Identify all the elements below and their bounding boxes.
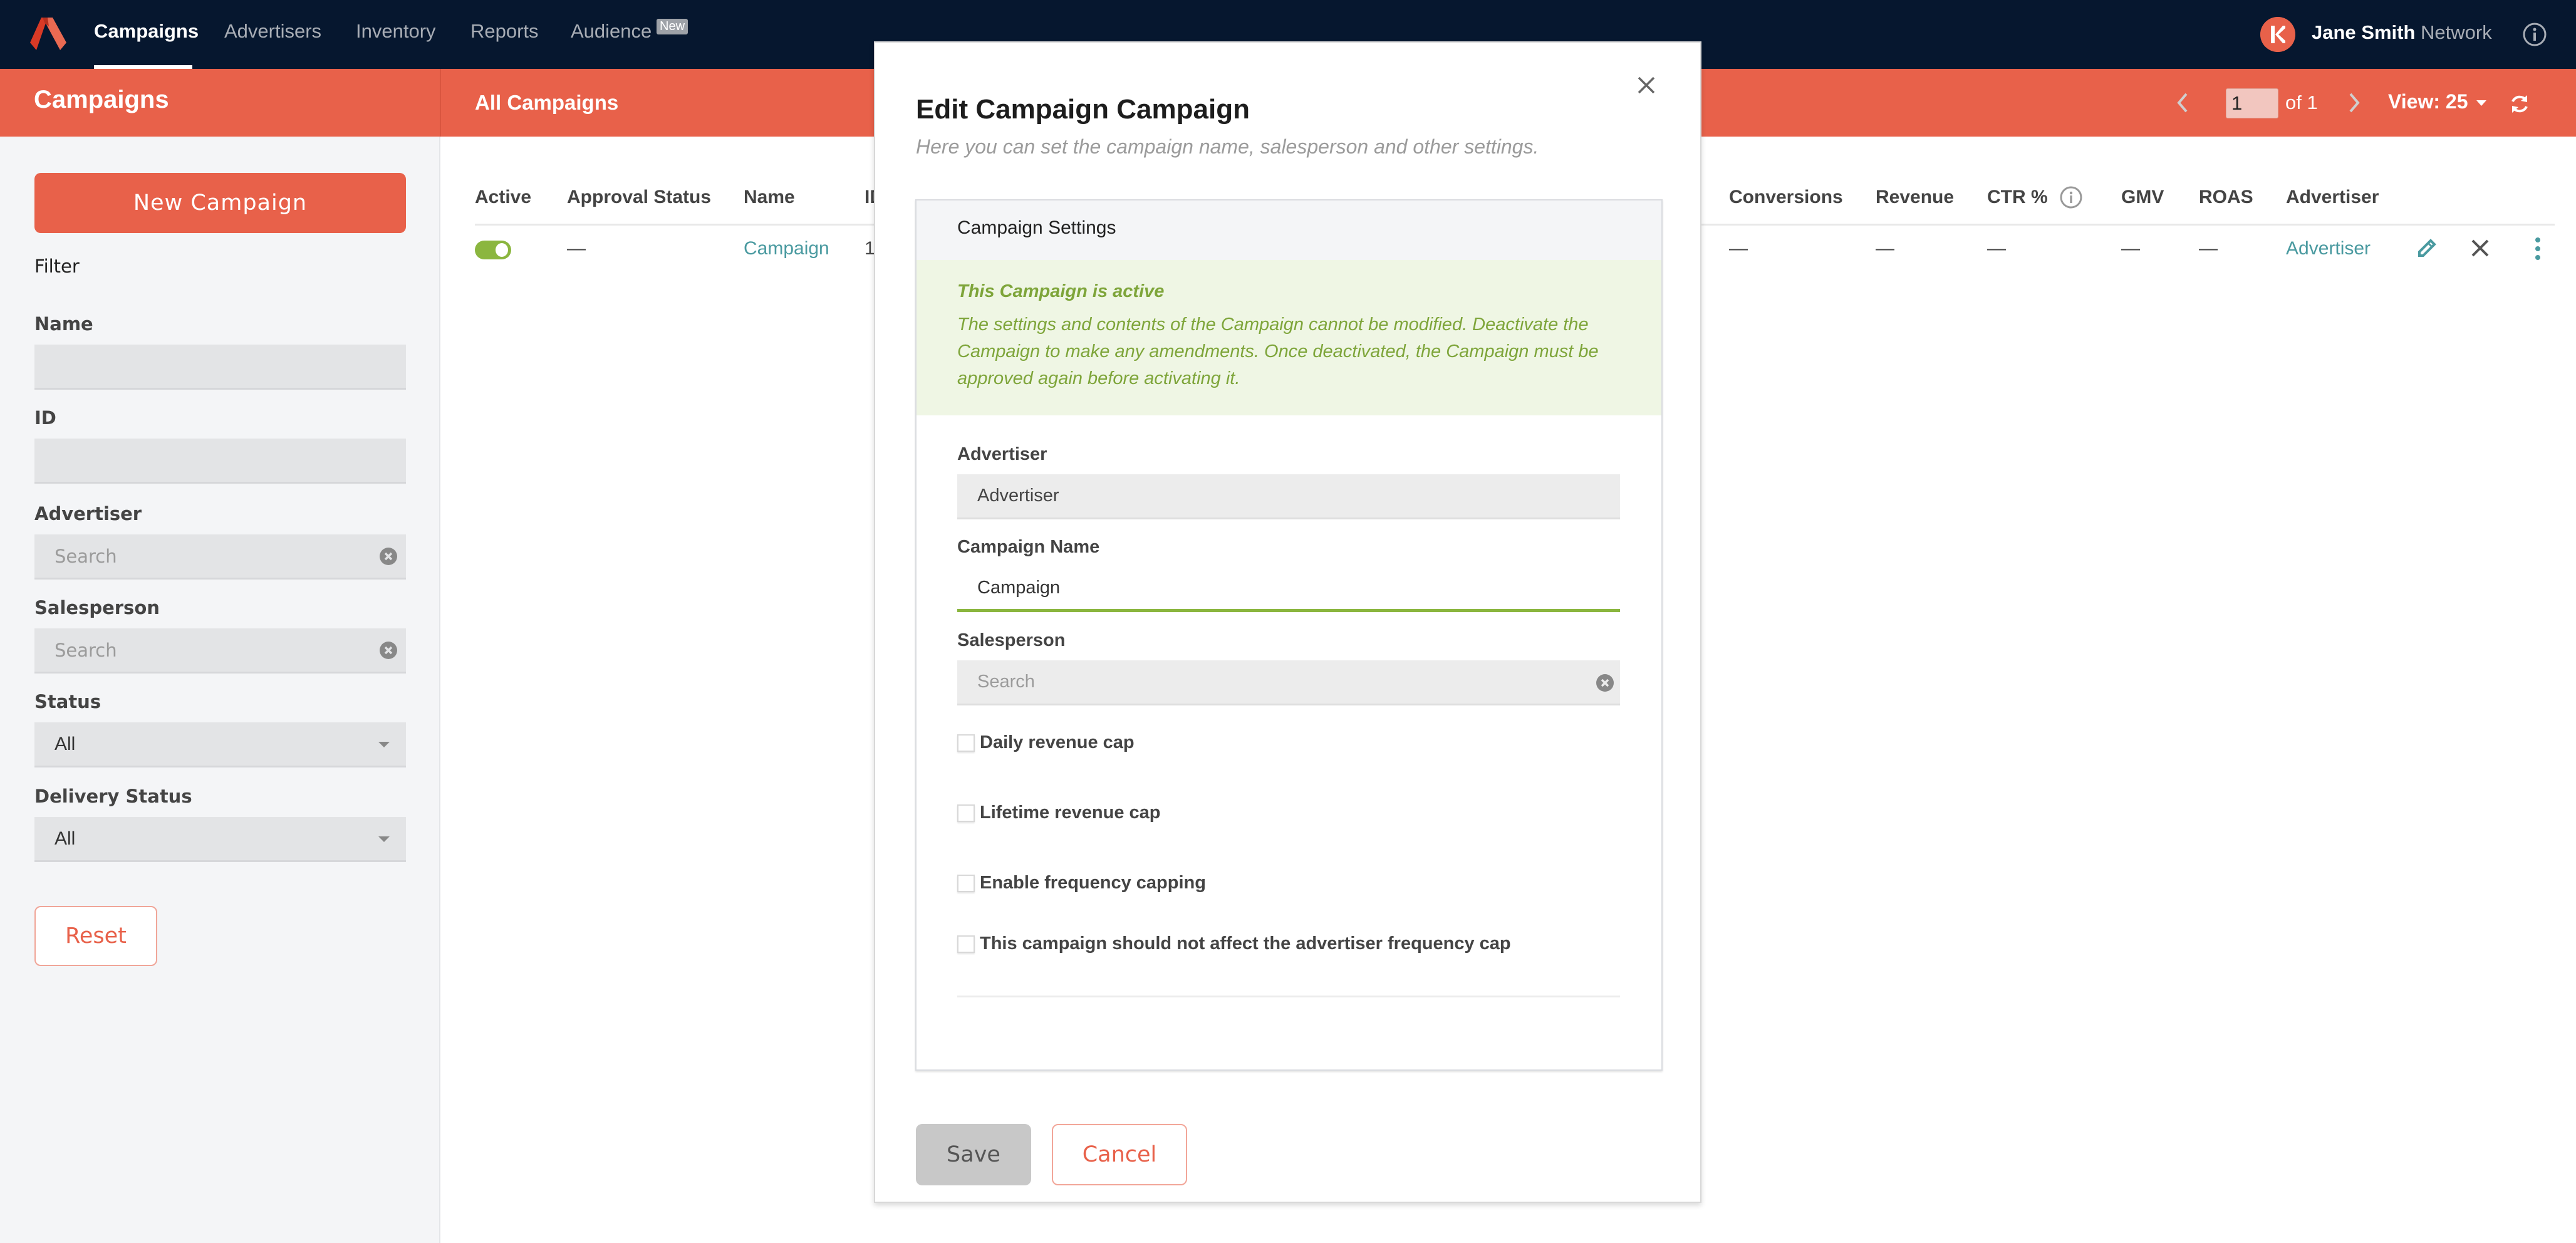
user-avatar[interactable] [2260, 17, 2295, 52]
cancel-button[interactable]: Cancel [1052, 1124, 1187, 1185]
status-filter-select[interactable]: All [34, 722, 406, 767]
advertiser-frequency-cap-label: This campaign should not affect the adve… [980, 934, 1511, 954]
delivery-status-filter-label: Delivery Status [34, 786, 192, 807]
salesperson-filter-input[interactable] [34, 628, 406, 674]
column-header-name[interactable]: Name [744, 187, 795, 208]
brand-logo-icon[interactable] [29, 16, 68, 50]
revenue-cell: — [1876, 238, 1894, 259]
daily-revenue-cap-label: Daily revenue cap [980, 732, 1135, 752]
chevron-right-icon[interactable] [2344, 91, 2363, 114]
user-menu[interactable]: Jane Smith Network [2312, 21, 2492, 44]
more-options-icon[interactable] [2533, 237, 2542, 261]
status-filter-value: All [55, 734, 76, 754]
campaign-name-link[interactable]: Campaign [744, 238, 829, 259]
panel-title: Campaign Settings [957, 217, 1116, 238]
view-size-dropdown[interactable]: View: 25 [2388, 90, 2487, 113]
nav-item-campaigns[interactable]: Campaigns [94, 20, 199, 43]
salesperson-label: Salesperson [957, 630, 1066, 650]
new-campaign-button[interactable]: New Campaign [34, 173, 406, 233]
column-header-revenue[interactable]: Revenue [1876, 187, 1954, 208]
column-header-advertiser[interactable]: Advertiser [2286, 187, 2379, 208]
frequency-capping-label: Enable frequency capping [980, 873, 1206, 893]
approval-status-cell: — [567, 238, 586, 259]
status-filter-label: Status [34, 691, 101, 712]
chevron-left-icon[interactable] [2174, 91, 2193, 114]
column-header-gmv[interactable]: GMV [2121, 187, 2164, 208]
nav-item-advertisers[interactable]: Advertisers [224, 20, 321, 43]
reset-button[interactable]: Reset [34, 906, 157, 966]
lifetime-revenue-cap-label: Lifetime revenue cap [980, 803, 1161, 823]
info-icon[interactable] [2059, 185, 2083, 209]
advertiser-label: Advertiser [957, 444, 1047, 464]
column-header-roas[interactable]: ROAS [2199, 187, 2253, 208]
roas-cell: — [2199, 238, 2218, 259]
filter-heading: Filter [34, 256, 80, 277]
alert-body: The settings and contents of the Campaig… [957, 315, 1599, 388]
frequency-capping-checkbox[interactable] [957, 874, 975, 892]
user-network: Network [2421, 21, 2492, 43]
campaign-settings-panel: Campaign Settings This Campaign is activ… [915, 199, 1663, 1071]
salesperson-filter-label: Salesperson [34, 597, 160, 618]
lifetime-revenue-cap-option[interactable]: Lifetime revenue cap [957, 803, 1161, 823]
page-count: of 1 [2285, 91, 2318, 113]
gmv-cell: — [2121, 238, 2140, 259]
new-badge: New [657, 19, 688, 34]
delivery-status-filter-value: All [55, 828, 76, 849]
caret-down-icon [378, 836, 390, 842]
edit-campaign-modal: Edit Campaign Campaign Here you can set … [874, 41, 1701, 1203]
advertiser-frequency-cap-checkbox[interactable] [957, 935, 975, 953]
section-title: All Campaigns [475, 91, 619, 114]
name-filter-label: Name [34, 313, 93, 335]
save-button[interactable]: Save [916, 1124, 1031, 1185]
panel-divider [957, 996, 1620, 997]
nav-item-audience[interactable]: Audience [571, 20, 652, 43]
column-header-active[interactable]: Active [475, 187, 531, 208]
active-campaign-alert: This Campaign is active The settings and… [917, 260, 1661, 415]
refresh-icon[interactable] [2508, 93, 2531, 115]
delete-x-icon[interactable] [2471, 239, 2490, 257]
id-filter-input[interactable] [34, 439, 406, 484]
header-divider [440, 69, 441, 137]
page-number-input[interactable] [2226, 88, 2278, 118]
conversions-cell: — [1729, 238, 1748, 259]
caret-down-icon [378, 742, 390, 747]
frequency-capping-option[interactable]: Enable frequency capping [957, 873, 1206, 893]
active-toggle[interactable] [475, 241, 511, 259]
daily-revenue-cap-checkbox[interactable] [957, 734, 975, 752]
delivery-status-filter-select[interactable]: All [34, 817, 406, 862]
filter-sidebar: New Campaign Filter Name ID Advertiser S… [0, 137, 440, 1243]
name-filter-input[interactable] [34, 345, 406, 390]
edit-pencil-icon[interactable] [2416, 237, 2438, 259]
caret-down-icon [2476, 100, 2487, 107]
advertiser-link[interactable]: Advertiser [2286, 238, 2371, 259]
alert-title: This Campaign is active [957, 281, 1165, 301]
clear-icon[interactable] [1596, 674, 1614, 692]
column-header-approval-status[interactable]: Approval Status [567, 187, 711, 208]
daily-revenue-cap-option[interactable]: Daily revenue cap [957, 732, 1135, 753]
modal-subtitle: Here you can set the campaign name, sale… [916, 135, 1539, 158]
campaign-name-label: Campaign Name [957, 537, 1100, 557]
id-filter-label: ID [34, 407, 56, 429]
advertiser-field[interactable] [957, 474, 1620, 519]
column-header-ctr[interactable]: CTR % [1987, 187, 2048, 208]
user-name: Jane Smith [2312, 21, 2416, 43]
clear-icon[interactable] [380, 642, 397, 659]
nav-item-inventory[interactable]: Inventory [356, 20, 436, 43]
close-icon[interactable] [1635, 74, 1658, 96]
nav-item-reports[interactable]: Reports [470, 20, 539, 43]
panel-header: Campaign Settings [917, 200, 1661, 260]
clear-icon[interactable] [380, 548, 397, 565]
info-icon[interactable] [2522, 22, 2547, 47]
salesperson-input[interactable] [957, 660, 1620, 705]
modal-title: Edit Campaign Campaign [916, 94, 1250, 125]
advertiser-filter-input[interactable] [34, 534, 406, 580]
advertiser-frequency-cap-option[interactable]: This campaign should not affect the adve… [957, 934, 1511, 954]
ctr-cell: — [1987, 238, 2006, 259]
lifetime-revenue-cap-checkbox[interactable] [957, 804, 975, 822]
page-title: Campaigns [34, 86, 169, 113]
column-header-conversions[interactable]: Conversions [1729, 187, 1843, 208]
advertiser-filter-label: Advertiser [34, 503, 142, 524]
view-size-label: View: 25 [2388, 90, 2468, 113]
campaign-name-input[interactable] [957, 567, 1620, 612]
